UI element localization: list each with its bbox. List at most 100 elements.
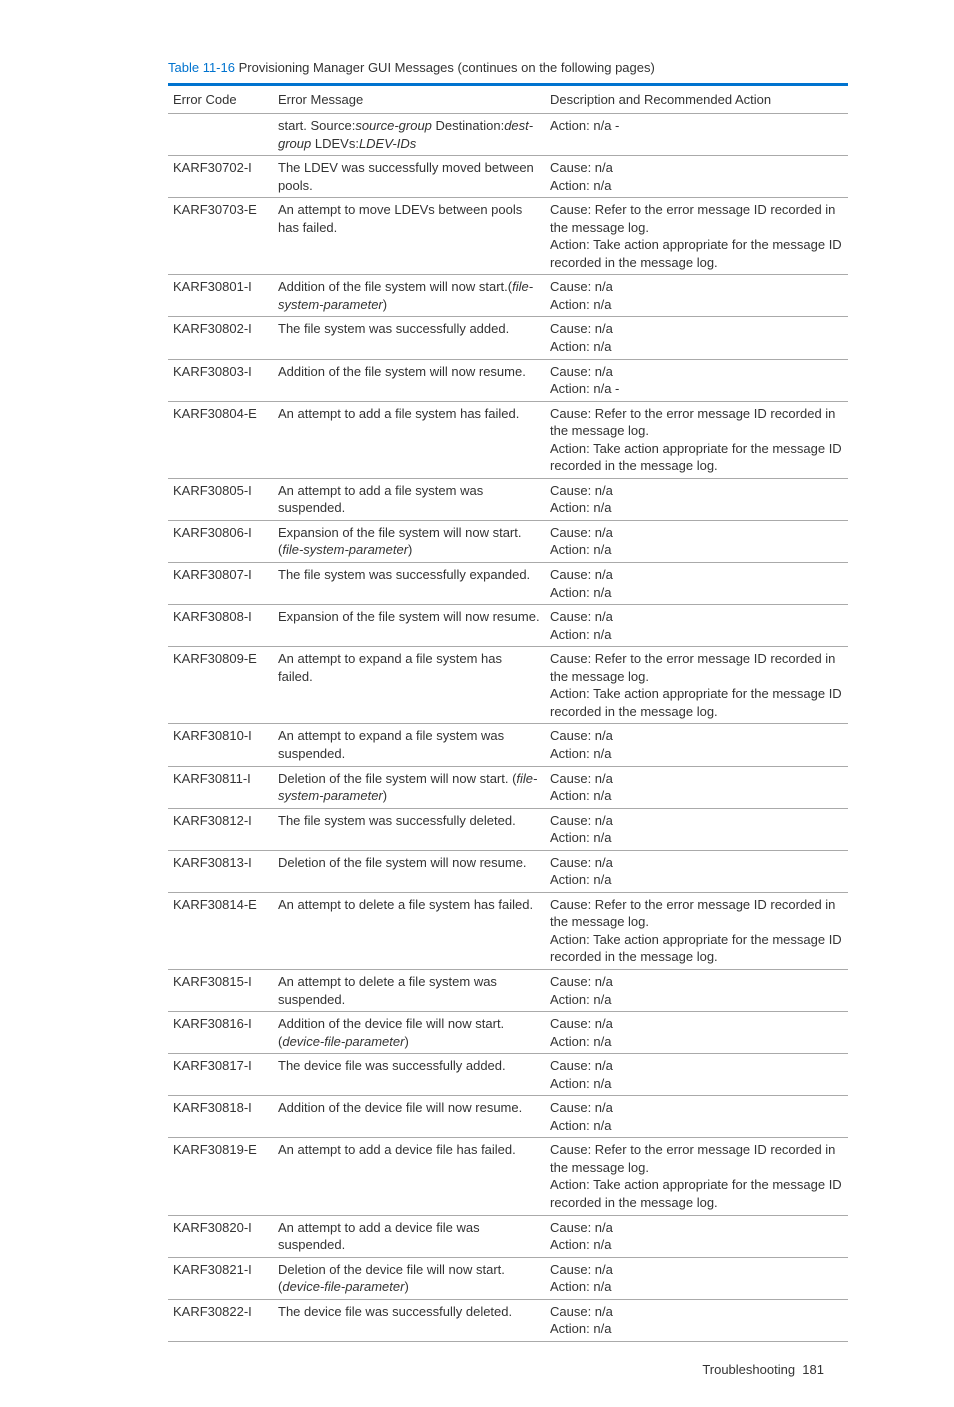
cell-error-message: An attempt to delete a file system was s… xyxy=(273,969,545,1011)
table-row: KARF30819-EAn attempt to add a device fi… xyxy=(168,1138,848,1215)
footer-section: Troubleshooting xyxy=(702,1362,795,1377)
cell-error-code: KARF30702-I xyxy=(168,156,273,198)
cell-error-message: An attempt to add a file system was susp… xyxy=(273,478,545,520)
cell-description: Cause: Refer to the error message ID rec… xyxy=(545,647,848,724)
table-row: KARF30805-IAn attempt to add a file syst… xyxy=(168,478,848,520)
table-row: KARF30815-IAn attempt to delete a file s… xyxy=(168,969,848,1011)
table-row: KARF30703-EAn attempt to move LDEVs betw… xyxy=(168,198,848,275)
table-row: KARF30802-IThe file system was successfu… xyxy=(168,317,848,359)
table-row: start. Source:source-group Destination:d… xyxy=(168,114,848,156)
table-row: KARF30813-IDeletion of the file system w… xyxy=(168,850,848,892)
cell-error-message: The device file was successfully added. xyxy=(273,1054,545,1096)
cell-error-code: KARF30802-I xyxy=(168,317,273,359)
cell-error-message: An attempt to add a file system has fail… xyxy=(273,401,545,478)
cell-error-message: The device file was successfully deleted… xyxy=(273,1299,545,1341)
table-row: KARF30808-IExpansion of the file system … xyxy=(168,605,848,647)
table-row: KARF30809-EAn attempt to expand a file s… xyxy=(168,647,848,724)
cell-error-code: KARF30813-I xyxy=(168,850,273,892)
messages-table: Error Code Error Message Description and… xyxy=(168,83,848,1342)
cell-error-code: KARF30820-I xyxy=(168,1215,273,1257)
cell-description: Cause: n/aAction: n/a xyxy=(545,1096,848,1138)
cell-description: Cause: n/aAction: n/a xyxy=(545,850,848,892)
cell-error-message: Expansion of the file system will now re… xyxy=(273,605,545,647)
cell-error-message: Addition of the device file will now res… xyxy=(273,1096,545,1138)
cell-error-message: An attempt to add a device file has fail… xyxy=(273,1138,545,1215)
cell-error-code: KARF30703-E xyxy=(168,198,273,275)
cell-description: Cause: Refer to the error message ID rec… xyxy=(545,892,848,969)
cell-error-message: An attempt to add a device file was susp… xyxy=(273,1215,545,1257)
cell-error-code: KARF30816-I xyxy=(168,1012,273,1054)
table-caption-text: Provisioning Manager GUI Messages (conti… xyxy=(235,60,655,75)
cell-description: Action: n/a - xyxy=(545,114,848,156)
table-label: Table 11-16 xyxy=(168,60,235,75)
table-row: KARF30817-IThe device file was successfu… xyxy=(168,1054,848,1096)
cell-description: Cause: Refer to the error message ID rec… xyxy=(545,1138,848,1215)
cell-error-code: KARF30805-I xyxy=(168,478,273,520)
table-row: KARF30818-IAddition of the device file w… xyxy=(168,1096,848,1138)
cell-error-code: KARF30803-I xyxy=(168,359,273,401)
cell-description: Cause: n/aAction: n/a xyxy=(545,478,848,520)
cell-description: Cause: Refer to the error message ID rec… xyxy=(545,401,848,478)
table-row: KARF30803-IAddition of the file system w… xyxy=(168,359,848,401)
cell-description: Cause: n/aAction: n/a xyxy=(545,317,848,359)
header-error-message: Error Message xyxy=(273,85,545,114)
cell-description: Cause: n/aAction: n/a xyxy=(545,1012,848,1054)
cell-error-code: KARF30806-I xyxy=(168,520,273,562)
header-error-code: Error Code xyxy=(168,85,273,114)
cell-description: Cause: n/aAction: n/a - xyxy=(545,359,848,401)
cell-error-code xyxy=(168,114,273,156)
cell-description: Cause: n/aAction: n/a xyxy=(545,563,848,605)
table-caption: Table 11-16 Provisioning Manager GUI Mes… xyxy=(168,60,894,75)
table-row: KARF30806-IExpansion of the file system … xyxy=(168,520,848,562)
footer-page-number: 181 xyxy=(802,1362,824,1377)
cell-error-code: KARF30814-E xyxy=(168,892,273,969)
cell-error-message: Addition of the device file will now sta… xyxy=(273,1012,545,1054)
cell-error-code: KARF30810-I xyxy=(168,724,273,766)
cell-error-message: Expansion of the file system will now st… xyxy=(273,520,545,562)
table-row: KARF30702-IThe LDEV was successfully mov… xyxy=(168,156,848,198)
cell-error-code: KARF30817-I xyxy=(168,1054,273,1096)
cell-description: Cause: n/aAction: n/a xyxy=(545,766,848,808)
cell-error-message: Deletion of the file system will now res… xyxy=(273,850,545,892)
cell-error-code: KARF30822-I xyxy=(168,1299,273,1341)
cell-description: Cause: n/aAction: n/a xyxy=(545,275,848,317)
table-row: KARF30822-IThe device file was successfu… xyxy=(168,1299,848,1341)
cell-error-message: An attempt to delete a file system has f… xyxy=(273,892,545,969)
cell-description: Cause: n/aAction: n/a xyxy=(545,808,848,850)
cell-error-code: KARF30815-I xyxy=(168,969,273,1011)
cell-error-message: start. Source:source-group Destination:d… xyxy=(273,114,545,156)
cell-error-message: Deletion of the file system will now sta… xyxy=(273,766,545,808)
cell-error-code: KARF30821-I xyxy=(168,1257,273,1299)
cell-error-message: An attempt to expand a file system has f… xyxy=(273,647,545,724)
cell-description: Cause: n/aAction: n/a xyxy=(545,1054,848,1096)
cell-description: Cause: n/aAction: n/a xyxy=(545,1257,848,1299)
cell-error-code: KARF30807-I xyxy=(168,563,273,605)
table-row: KARF30811-IDeletion of the file system w… xyxy=(168,766,848,808)
cell-description: Cause: n/aAction: n/a xyxy=(545,156,848,198)
cell-description: Cause: n/aAction: n/a xyxy=(545,605,848,647)
cell-description: Cause: n/aAction: n/a xyxy=(545,1299,848,1341)
cell-error-code: KARF30808-I xyxy=(168,605,273,647)
cell-error-code: KARF30801-I xyxy=(168,275,273,317)
cell-error-code: KARF30809-E xyxy=(168,647,273,724)
table-row: KARF30807-IThe file system was successfu… xyxy=(168,563,848,605)
page-footer: Troubleshooting 181 xyxy=(60,1362,894,1377)
table-row: KARF30801-IAddition of the file system w… xyxy=(168,275,848,317)
cell-error-message: The file system was successfully expande… xyxy=(273,563,545,605)
header-description: Description and Recommended Action xyxy=(545,85,848,114)
table-row: KARF30812-IThe file system was successfu… xyxy=(168,808,848,850)
table-row: KARF30816-IAddition of the device file w… xyxy=(168,1012,848,1054)
cell-error-message: Addition of the file system will now sta… xyxy=(273,275,545,317)
table-row: KARF30820-IAn attempt to add a device fi… xyxy=(168,1215,848,1257)
cell-error-code: KARF30819-E xyxy=(168,1138,273,1215)
table-header-row: Error Code Error Message Description and… xyxy=(168,85,848,114)
cell-error-code: KARF30804-E xyxy=(168,401,273,478)
cell-description: Cause: n/aAction: n/a xyxy=(545,1215,848,1257)
table-row: KARF30814-EAn attempt to delete a file s… xyxy=(168,892,848,969)
table-row: KARF30804-EAn attempt to add a file syst… xyxy=(168,401,848,478)
cell-error-message: Deletion of the device file will now sta… xyxy=(273,1257,545,1299)
cell-error-code: KARF30812-I xyxy=(168,808,273,850)
cell-error-message: The LDEV was successfully moved between … xyxy=(273,156,545,198)
cell-description: Cause: n/aAction: n/a xyxy=(545,969,848,1011)
cell-error-message: The file system was successfully deleted… xyxy=(273,808,545,850)
